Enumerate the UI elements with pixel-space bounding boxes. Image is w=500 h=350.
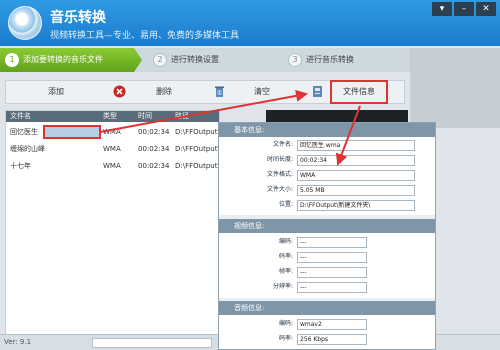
add-button[interactable]: 添加 [48, 81, 64, 103]
version-label: Ver: 9.1 [4, 338, 32, 346]
column-header-type[interactable]: 类型 [103, 111, 117, 122]
field-format: 文件格式: WMA [219, 169, 435, 181]
cell-type: WMA [103, 145, 121, 153]
field-resolution: 分辨率: --- [219, 281, 435, 293]
app-title: 音乐转换 [50, 10, 106, 26]
field-label: 编码: [278, 320, 293, 327]
step-number: 1 [5, 52, 19, 67]
step-number: 2 [153, 52, 167, 67]
step-convert-settings[interactable]: 2 进行转换设置 [148, 48, 219, 72]
file-info-icon[interactable] [311, 85, 324, 98]
cell-time: 00:02:34 [138, 162, 170, 170]
cell-time: 00:02:34 [138, 145, 170, 153]
section-title: 音频信息: [234, 304, 265, 312]
step-label: 添加要转换的音乐文件 [23, 55, 103, 64]
field-label: 位置: [278, 201, 293, 208]
step-label: 进行转换设置 [171, 55, 219, 64]
step-label: 进行音乐转换 [306, 55, 354, 64]
field-value[interactable]: D:\FFOutput\新建文件夹\ [297, 200, 415, 211]
column-header-time[interactable]: 时间 [138, 111, 152, 122]
field-value[interactable]: --- [297, 282, 367, 293]
steps-bar: 1 添加要转换的音乐文件 2 进行转换设置 3 进行音乐转换 [0, 48, 410, 72]
cell-name: 缠绵的山峰 [10, 145, 45, 153]
audio-info-section: 编码: wmav2 码率: 256 Kbps [219, 315, 435, 349]
close-window-button[interactable]: ✕ [476, 2, 496, 16]
window-controls: ▾ – ✕ [432, 2, 496, 16]
file-info-dialog: ✕ 基本信息: 文件名: 回忆医生.wma 时间长度: 00:02:34 文件格… [218, 122, 436, 350]
field-audio-codec: 编码: wmav2 [219, 318, 435, 330]
table-header: 文件名 类型 时间 路径 [6, 111, 219, 122]
menu-dropdown-icon[interactable]: ▾ [432, 2, 452, 16]
column-header-path[interactable]: 路径 [175, 111, 189, 122]
field-filename: 文件名: 回忆医生.wma [219, 139, 435, 151]
field-value[interactable]: 回忆医生.wma [297, 140, 415, 151]
app-logo-icon [8, 6, 42, 40]
delete-icon[interactable] [113, 85, 126, 98]
cell-type: WMA [103, 128, 121, 136]
status-field [92, 338, 212, 348]
field-label: 时间长度: [266, 156, 293, 163]
section-title: 视频信息: [234, 222, 265, 230]
basic-info-header: 基本信息: [219, 123, 435, 137]
table-row[interactable]: 回忆医生 WMA 00:02:34 D:\FFOutput\ [6, 124, 220, 140]
file-info-button[interactable]: 文件信息 [330, 80, 388, 104]
cell-name: 十七年 [10, 162, 31, 170]
field-value[interactable]: 256 Kbps [297, 334, 367, 345]
section-title: 基本信息: [234, 126, 265, 134]
field-label: 码率: [278, 253, 293, 260]
right-side-panel [410, 48, 500, 128]
cell-path: D:\FFOutput\ [175, 162, 220, 170]
field-label: 帧率: [278, 268, 293, 275]
field-frame-rate: 帧率: --- [219, 266, 435, 278]
delete-button[interactable]: 删除 [156, 81, 172, 103]
field-video-bitrate: 码率: --- [219, 251, 435, 263]
field-label: 文件大小: [266, 186, 293, 193]
cell-name: 回忆医生 [10, 128, 38, 136]
field-value[interactable]: --- [297, 267, 367, 278]
field-location: 位置: D:\FFOutput\新建文件夹\ [219, 199, 435, 211]
field-label: 码率: [278, 335, 293, 342]
field-value[interactable]: WMA [297, 170, 415, 181]
row-selection-highlight [43, 125, 101, 139]
video-info-section: 编码: --- 码率: --- 帧率: --- 分辨率: --- [219, 233, 435, 298]
basic-info-section: 文件名: 回忆医生.wma 时间长度: 00:02:34 文件格式: WMA 文… [219, 137, 435, 215]
clear-button[interactable]: 清空 [254, 81, 270, 103]
step-convert-music[interactable]: 3 进行音乐转换 [283, 48, 354, 72]
table-row[interactable]: 缠绵的山峰 WMA 00:02:34 D:\FFOutput\ [6, 141, 220, 157]
field-label: 文件格式: [266, 171, 293, 178]
field-value[interactable]: --- [297, 237, 367, 248]
column-header-name[interactable]: 文件名 [10, 111, 31, 122]
cell-path: D:\FFOutput\ [175, 128, 220, 136]
field-value[interactable]: wmav2 [297, 319, 367, 330]
field-label: 分辨率: [272, 283, 293, 290]
cell-type: WMA [103, 162, 121, 170]
trash-icon[interactable] [213, 85, 226, 98]
field-label: 文件名: [272, 141, 293, 148]
cell-time: 00:02:34 [138, 128, 170, 136]
cell-path: D:\FFOutput\ [175, 145, 220, 153]
field-size: 文件大小: 5.05 MB [219, 184, 435, 196]
minimize-button[interactable]: – [454, 2, 474, 16]
table-row[interactable]: 十七年 WMA 00:02:34 D:\FFOutput\ [6, 158, 220, 174]
step-add-files[interactable]: 1 添加要转换的音乐文件 [0, 48, 142, 72]
field-video-codec: 编码: --- [219, 236, 435, 248]
field-value[interactable]: --- [297, 252, 367, 263]
field-value[interactable]: 00:02:34 [297, 155, 415, 166]
audio-info-header: 音频信息: [219, 301, 435, 315]
file-table: 文件名 类型 时间 路径 回忆医生 WMA 00:02:34 D:\FFOutp… [5, 110, 220, 335]
field-label: 编码: [278, 238, 293, 245]
video-info-header: 视频信息: [219, 219, 435, 233]
step-number: 3 [288, 52, 302, 67]
field-audio-bitrate: 码率: 256 Kbps [219, 333, 435, 345]
app-header: 音乐转换 视频转换工具—专业、易用、免费的多媒体工具 ▾ – ✕ [0, 0, 500, 46]
field-duration: 时间长度: 00:02:34 [219, 154, 435, 166]
field-value[interactable]: 5.05 MB [297, 185, 415, 196]
app-subtitle: 视频转换工具—专业、易用、免费的多媒体工具 [50, 31, 240, 41]
